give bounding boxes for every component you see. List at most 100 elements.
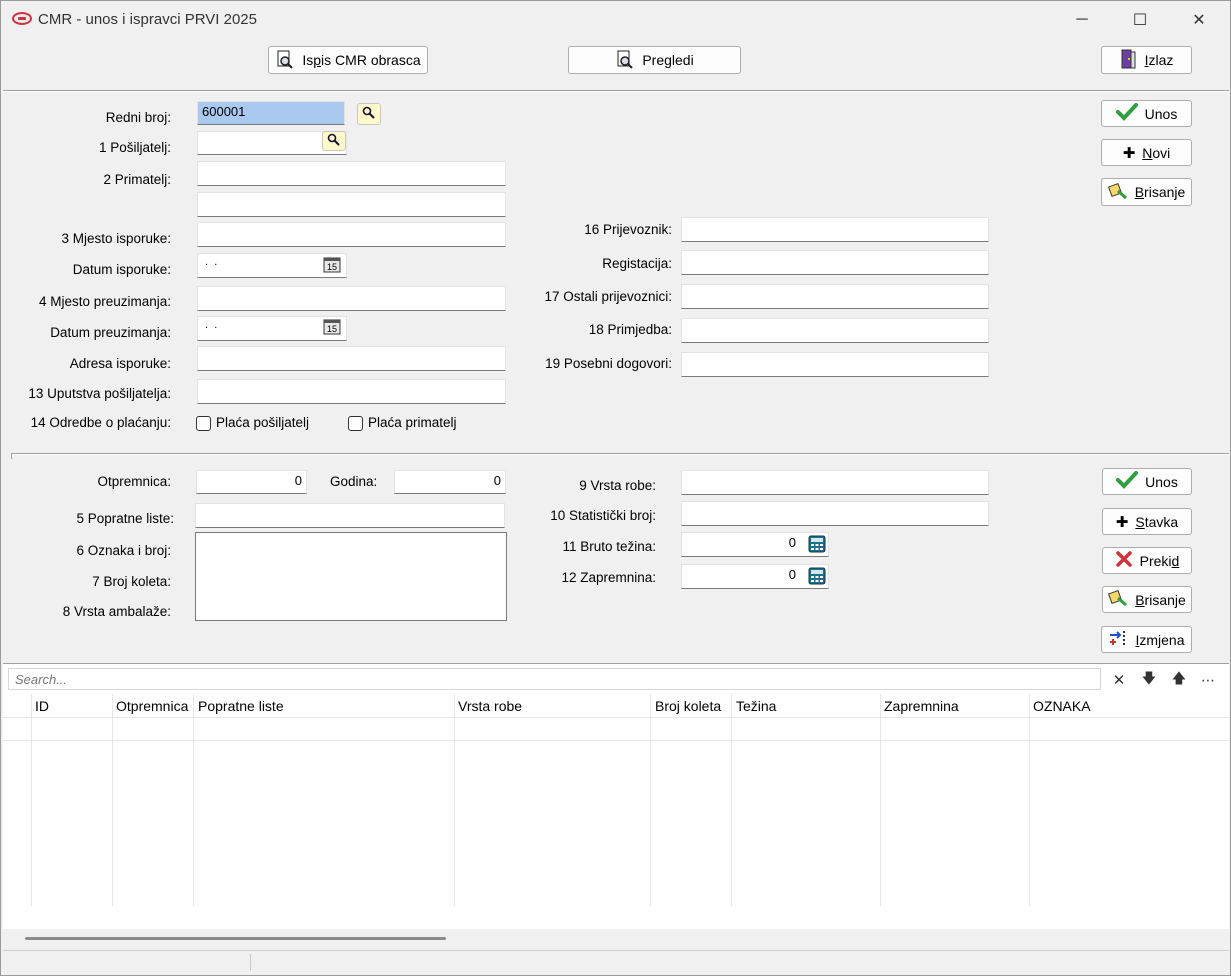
items-grid[interactable]: ID Otpremnica Popratne liste Vrsta robe … <box>3 694 1229 906</box>
posebni-dogovori-field[interactable] <box>681 352 989 377</box>
mjesto-isporuke-field[interactable] <box>197 222 506 247</box>
otpremnica-label: Otpremnica: <box>97 474 171 489</box>
godina-label: Godina: <box>330 474 378 489</box>
statisticki-broj-field[interactable] <box>681 501 989 526</box>
prijevoznik-label: 16 Prijevoznik: <box>584 222 672 237</box>
app-icon <box>12 12 32 25</box>
datum-isporuke-label: Datum isporuke: <box>72 262 171 277</box>
registacija-label: Registacija: <box>602 256 672 271</box>
redni-broj-picker-button[interactable] <box>357 103 381 125</box>
otpremnica-field[interactable]: 0 <box>196 470 307 494</box>
godina-field[interactable]: 0 <box>394 470 506 494</box>
popratne-liste-label: 5 Popratne liste: <box>76 511 174 526</box>
column-header-id[interactable]: ID <box>35 698 49 714</box>
uputstva-field[interactable] <box>197 379 506 404</box>
datum-preuzimanja-calendar-button[interactable]: 15 <box>321 318 343 338</box>
clear-search-icon[interactable]: ✕ <box>1109 670 1129 690</box>
posiljatelj-label: 1 Pošiljatelj: <box>98 140 171 155</box>
adresa-isporuke-field[interactable] <box>197 346 506 371</box>
statisticki-broj-label: 10 Statistički broj: <box>550 508 656 523</box>
uputstva-label: 13 Uputstva pošiljatelja: <box>28 386 171 401</box>
eraser-icon <box>1107 182 1128 203</box>
plus-icon: ✚ <box>1115 513 1129 531</box>
redni-broj-field[interactable]: 600001 <box>197 101 345 125</box>
column-header-vrsta-robe[interactable]: Vrsta robe <box>458 698 522 714</box>
placa-posiljatelj-label: Plaća pošiljatelj <box>216 415 310 430</box>
datum-preuzimanja-label: Datum preuzimanja: <box>50 325 171 340</box>
bruto-tezina-label: 11 Bruto težina: <box>562 539 656 554</box>
arrow-down-icon[interactable]: 🡇 <box>1139 670 1159 690</box>
novi-button[interactable]: ✚ Novi <box>1101 139 1192 166</box>
eraser-icon <box>1108 589 1128 610</box>
izmjena-button[interactable]: Izmjena <box>1101 626 1192 653</box>
print-preview-icon <box>275 49 295 72</box>
svg-text:15: 15 <box>327 262 337 272</box>
mjesto-isporuke-label: 3 Mjesto isporuke: <box>61 231 171 246</box>
stavka-button[interactable]: ✚ Stavka <box>1102 508 1192 535</box>
bruto-tezina-calculator-button[interactable] <box>806 535 828 555</box>
exit-door-icon <box>1120 48 1138 73</box>
adresa-isporuke-label: Adresa isporuke: <box>69 356 171 371</box>
registacija-field[interactable] <box>681 250 989 275</box>
maximize-button[interactable]: ☐ <box>1117 5 1163 35</box>
calculator-icon <box>808 567 826 588</box>
vrsta-ambalaze-label: 8 Vrsta ambalaže: <box>62 604 171 619</box>
cancel-x-icon <box>1115 550 1133 571</box>
zapremnina-calculator-button[interactable] <box>806 567 828 587</box>
broj-koleta-label: 7 Broj koleta: <box>92 574 171 589</box>
popratne-liste-field[interactable] <box>195 503 505 528</box>
calculator-icon <box>808 535 826 556</box>
svg-text:15: 15 <box>327 324 337 334</box>
lookup-icon <box>327 133 341 150</box>
item-brisanje-button[interactable]: Brisanje <box>1102 586 1192 613</box>
arrow-up-icon[interactable]: 🡅 <box>1169 670 1189 690</box>
preview-button[interactable]: Pregledi <box>568 46 741 74</box>
placa-primatelj-checkbox[interactable] <box>348 416 363 431</box>
checkmark-icon <box>1116 471 1139 492</box>
prekid-button[interactable]: Prekid <box>1102 547 1192 574</box>
minimize-button[interactable]: ─ <box>1059 5 1105 35</box>
prijevoznik-field[interactable] <box>681 217 989 242</box>
status-bar-divider <box>250 954 251 971</box>
posebni-dogovori-label: 19 Posebni dogovori: <box>545 356 672 371</box>
search-input[interactable] <box>8 668 1101 690</box>
primjedba-field[interactable] <box>681 318 989 343</box>
datum-isporuke-calendar-button[interactable]: 15 <box>321 256 343 276</box>
header-unos-button[interactable]: Unos <box>1101 100 1192 127</box>
header-brisanje-button[interactable]: Brisanje <box>1101 178 1192 206</box>
mjesto-preuzimanja-label: 4 Mjesto preuzimanja: <box>38 294 171 309</box>
redni-broj-label: Redni broj: <box>105 110 171 125</box>
print-cmr-button[interactable]: Ispis CMR obrasca <box>268 46 428 74</box>
column-header-otpremnica[interactable]: Otpremnica <box>116 698 188 714</box>
column-header-popratne-liste[interactable]: Popratne liste <box>198 698 284 714</box>
column-header-zapremnina[interactable]: Zapremnina <box>884 698 959 714</box>
column-header-broj-koleta[interactable]: Broj koleta <box>655 698 721 714</box>
edit-rows-icon <box>1108 629 1128 650</box>
posiljatelj-picker-button[interactable] <box>322 131 346 151</box>
column-header-tezina[interactable]: Težina <box>736 698 776 714</box>
vrsta-robe-label: 9 Vrsta robe: <box>579 478 656 493</box>
primatelj-label: 2 Primatelj: <box>103 172 171 187</box>
ostali-prijevoznici-field[interactable] <box>681 284 989 309</box>
checkmark-icon <box>1115 103 1138 124</box>
placa-posiljatelj-checkbox[interactable] <box>196 416 211 431</box>
close-button[interactable]: ✕ <box>1176 5 1222 35</box>
calendar-icon: 15 <box>323 319 341 338</box>
calendar-icon: 15 <box>323 257 341 276</box>
more-options-icon[interactable]: ⋯ <box>1198 670 1218 690</box>
mjesto-preuzimanja-field[interactable] <box>197 286 506 311</box>
plus-icon: ✚ <box>1122 144 1136 162</box>
column-header-oznaka[interactable]: OZNAKA <box>1033 698 1091 714</box>
primatelj-field-1[interactable] <box>197 161 506 186</box>
preview-icon <box>615 49 635 72</box>
zapremnina-label: 12 Zapremnina: <box>561 570 656 585</box>
vrsta-robe-field[interactable] <box>681 470 989 495</box>
oznaka-koleta-ambalaza-textarea[interactable] <box>195 532 507 621</box>
primatelj-field-2[interactable] <box>197 192 506 217</box>
scrollbar-thumb[interactable] <box>25 937 446 940</box>
exit-button[interactable]: Izlaz <box>1101 46 1192 74</box>
lookup-icon <box>362 106 376 123</box>
item-unos-button[interactable]: Unos <box>1102 468 1192 495</box>
window-title: CMR - unos i ispravci PRVI 2025 <box>38 11 257 28</box>
status-bar <box>3 950 1229 974</box>
